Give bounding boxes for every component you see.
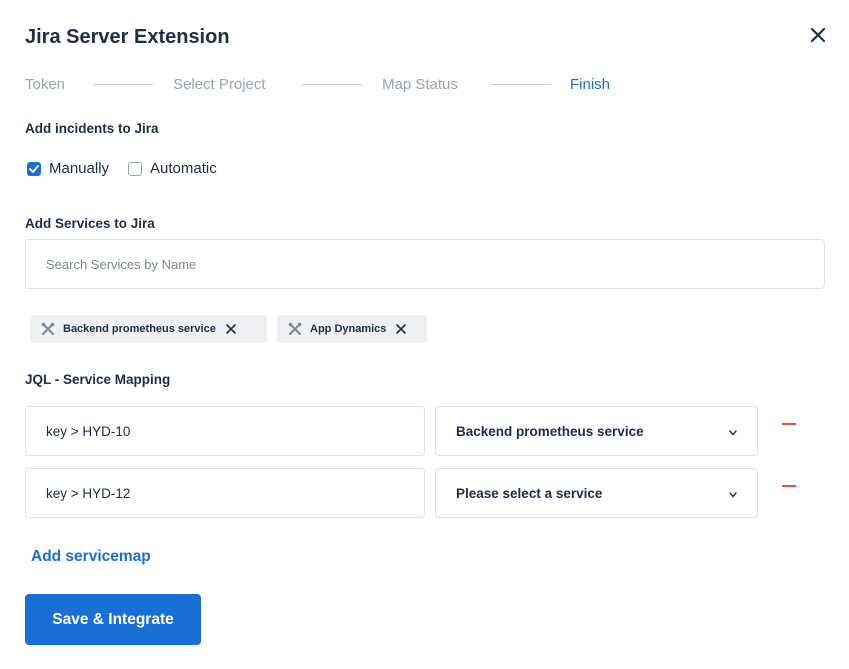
service-chip: Backend prometheus service (30, 315, 267, 343)
step-divider (491, 84, 551, 85)
service-select[interactable]: Backend prometheus service (435, 406, 758, 456)
remove-row-button[interactable] (782, 423, 796, 425)
step-select-project[interactable]: Select Project (173, 76, 266, 93)
jql-input[interactable] (25, 406, 425, 456)
jql-input[interactable] (25, 468, 425, 518)
service-chip-label: App Dynamics (310, 323, 387, 335)
dialog-title: Jira Server Extension (25, 26, 230, 48)
close-icon[interactable] (809, 26, 827, 44)
automatic-checkbox[interactable]: Automatic (128, 160, 217, 177)
chevron-down-icon (729, 492, 737, 498)
service-chip: App Dynamics (277, 315, 427, 343)
service-select-value: Backend prometheus service (456, 423, 644, 439)
remove-chip-icon[interactable] (226, 324, 236, 334)
service-select-value: Please select a service (456, 485, 603, 501)
tools-icon (41, 322, 55, 335)
manually-label: Manually (49, 160, 110, 177)
remove-row-button[interactable] (782, 485, 796, 487)
service-select[interactable]: Please select a service (435, 468, 758, 518)
step-finish[interactable]: Finish (570, 76, 610, 93)
step-divider (93, 84, 153, 85)
manually-checkbox[interactable]: Manually (27, 160, 109, 177)
save-integrate-button[interactable]: Save & Integrate (25, 594, 201, 645)
service-search-input[interactable] (25, 239, 825, 289)
checkbox-unchecked-icon (128, 161, 142, 176)
step-token[interactable]: Token (25, 76, 65, 93)
services-label: Add Services to Jira (25, 216, 155, 231)
add-servicemap-link[interactable]: Add servicemap (31, 548, 151, 566)
incidents-label: Add incidents to Jira (25, 121, 159, 136)
stepper: Token Select Project Map Status Finish (25, 76, 625, 94)
tools-icon (288, 322, 302, 335)
remove-chip-icon[interactable] (396, 324, 407, 334)
step-divider (302, 84, 362, 85)
mapping-label: JQL - Service Mapping (25, 372, 171, 387)
service-chip-label: Backend prometheus service (63, 323, 216, 335)
step-map-status[interactable]: Map Status (382, 76, 458, 93)
checkbox-checked-icon (27, 161, 41, 176)
automatic-label: Automatic (150, 160, 217, 177)
chevron-down-icon (729, 430, 737, 436)
